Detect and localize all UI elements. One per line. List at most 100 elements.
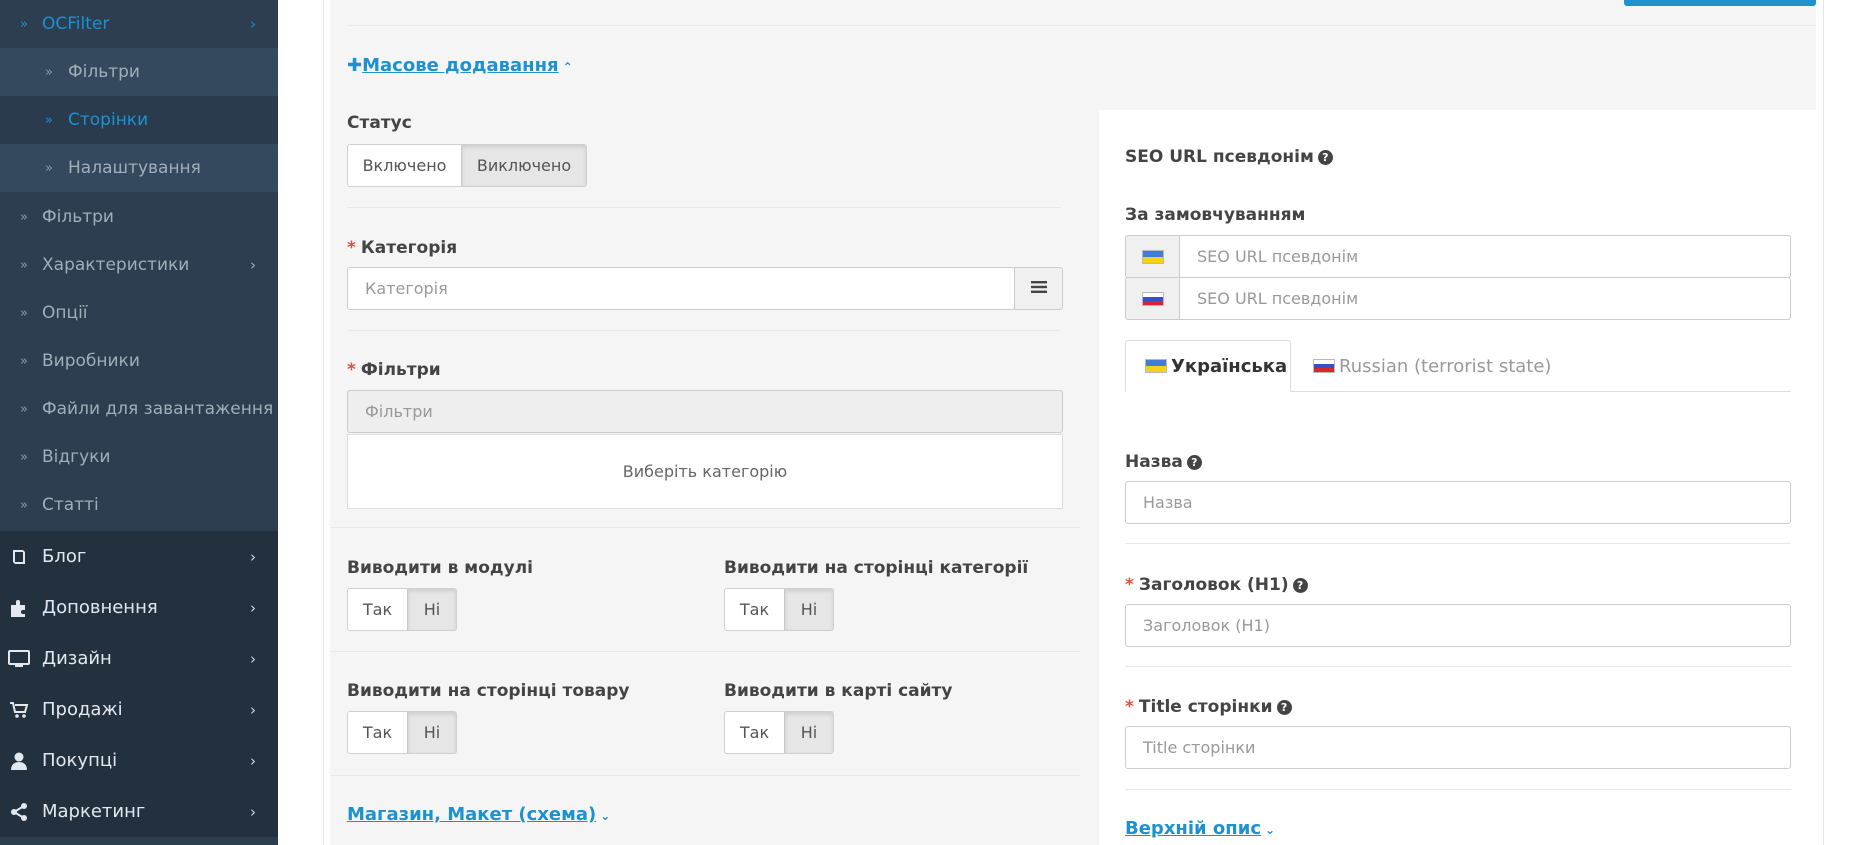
product-page-no-button[interactable]: Ні — [407, 712, 456, 753]
divider — [347, 25, 1816, 26]
sidebar-item-label: Опції — [42, 303, 88, 323]
sidebar-item-label: Продажі — [42, 699, 123, 720]
h1-label: * Заголовок (H1)? — [1125, 575, 1308, 595]
filters-label: * Фільтри — [347, 360, 441, 380]
module-toggle: Так Ні — [347, 588, 457, 631]
russia-flag-icon — [1313, 359, 1335, 373]
double-chevron-right-icon: » — [20, 16, 28, 32]
ukraine-flag-icon — [1145, 359, 1167, 373]
share-icon — [8, 801, 30, 823]
shopping-cart-icon — [8, 699, 30, 721]
sidebar-item-label: Блог — [42, 546, 87, 567]
sidebar-item-label: Сторінки — [68, 110, 149, 130]
sidebar-item-customers[interactable]: Покупці › — [0, 735, 278, 786]
sidebar-item-sales[interactable]: Продажі › — [0, 684, 278, 735]
seo-url-ru-input[interactable]: SEO URL псевдонім — [1179, 277, 1791, 320]
sidebar-item-blog[interactable]: Блог › — [0, 531, 278, 582]
page-title-input[interactable]: Title сторінки — [1125, 726, 1791, 769]
double-chevron-right-icon: » — [20, 401, 28, 417]
sidebar-subitem-filters[interactable]: » Фільтри — [0, 48, 278, 96]
sidebar-item-marketing[interactable]: Маркетинг › — [0, 786, 278, 837]
chevron-right-icon: › — [250, 256, 256, 274]
sidebar-item-label: Фільтри — [68, 62, 140, 82]
question-circle-icon: ? — [1186, 455, 1202, 470]
status-label: Статус — [347, 113, 412, 133]
sidebar-item-label: Покупці — [42, 750, 118, 771]
ukraine-flag-icon — [1141, 249, 1164, 264]
double-chevron-right-icon: » — [45, 112, 53, 128]
name-input[interactable]: Назва — [1125, 481, 1791, 524]
bulk-add-link[interactable]: ✚Масове додавання ⌃ — [347, 55, 573, 76]
double-chevron-right-icon: » — [20, 497, 28, 513]
double-chevron-right-icon: » — [20, 257, 28, 273]
sidebar-item-label: Дизайн — [42, 648, 112, 669]
sidebar-item-options[interactable]: » Опції — [0, 289, 278, 337]
sidebar-item-label: OCFilter — [42, 14, 110, 34]
status-on-button[interactable]: Включено — [348, 145, 461, 186]
sidebar-item-label: Маркетинг — [42, 801, 146, 822]
sidebar-item-ocfilter[interactable]: » OCFilter › — [0, 0, 278, 48]
filters-empty-box: Виберіть категорію — [347, 434, 1063, 509]
module-no-button[interactable]: Ні — [407, 589, 456, 630]
sidebar-item-label: Відгуки — [42, 447, 111, 467]
sidebar-item-design[interactable]: Дизайн › — [0, 633, 278, 684]
sidebar-subitem-pages[interactable]: » Сторінки — [0, 96, 278, 144]
sidebar-subitem-settings[interactable]: » Налаштування — [0, 144, 278, 192]
sitemap-yes-button[interactable]: Так — [725, 712, 784, 753]
module-yes-button[interactable]: Так — [348, 589, 407, 630]
seo-title: SEO URL псевдонім? — [1125, 147, 1333, 167]
sitemap-no-button[interactable]: Ні — [784, 712, 833, 753]
sidebar-item-downloads[interactable]: » Файли для завантаження — [0, 385, 278, 433]
h1-input[interactable]: Заголовок (H1) — [1125, 604, 1791, 647]
store-layout-link[interactable]: Магазин, Макет (схема) ⌄ — [347, 804, 610, 825]
sidebar-item-articles[interactable]: » Статті — [0, 481, 278, 529]
list-icon — [1030, 279, 1047, 298]
divider — [1125, 789, 1791, 790]
sidebar: » OCFilter › » Фільтри » Сторінки » Нала… — [0, 0, 278, 845]
seo-url-ua-input[interactable]: SEO URL псевдонім — [1179, 235, 1791, 278]
book-icon — [8, 546, 30, 568]
divider — [330, 527, 1080, 528]
category-input[interactable]: Категорія — [347, 267, 1015, 310]
double-chevron-right-icon: » — [20, 353, 28, 369]
category-page-yes-button[interactable]: Так — [725, 589, 784, 630]
double-chevron-right-icon: » — [45, 64, 53, 80]
sidebar-item-manufacturers[interactable]: » Виробники — [0, 337, 278, 385]
status-toggle: Включено Виключено — [347, 144, 587, 187]
monitor-icon — [8, 648, 30, 670]
double-chevron-right-icon: » — [20, 305, 28, 321]
russia-flag-icon — [1141, 291, 1164, 306]
save-button[interactable] — [1624, 0, 1816, 6]
product-page-toggle: Так Ні — [347, 711, 457, 754]
status-off-button[interactable]: Виключено — [461, 145, 586, 186]
flag-ru-addon — [1125, 277, 1180, 320]
double-chevron-right-icon: » — [20, 209, 28, 225]
category-page-no-button[interactable]: Ні — [784, 589, 833, 630]
divider — [347, 207, 1061, 208]
category-page-toggle: Так Ні — [724, 588, 834, 631]
sidebar-item-reviews[interactable]: » Відгуки — [0, 433, 278, 481]
divider — [330, 651, 1080, 652]
sidebar-item-attributes[interactable]: » Характеристики › — [0, 241, 278, 289]
chevron-right-icon: › — [250, 700, 256, 719]
plus-icon: ✚ — [347, 55, 363, 76]
user-icon — [8, 750, 30, 772]
sitemap-label: Виводити в карті сайту — [724, 681, 953, 701]
product-page-yes-button[interactable]: Так — [348, 712, 407, 753]
sidebar-item-extensions[interactable]: Доповнення › — [0, 582, 278, 633]
puzzle-icon — [8, 597, 30, 619]
tab-ukrainian[interactable]: Українська — [1125, 340, 1291, 392]
page-title-label: * Title сторінки? — [1125, 697, 1292, 717]
chevron-right-icon: › — [250, 15, 256, 33]
chevron-right-icon: › — [250, 598, 256, 617]
tab-russian[interactable]: Russian (terrorist state) — [1313, 340, 1551, 392]
category-list-button[interactable] — [1014, 267, 1063, 310]
sidebar-item-filters[interactable]: » Фільтри — [0, 193, 278, 241]
top-description-link[interactable]: Верхній опис ⌄ — [1125, 818, 1275, 839]
name-label: Назва? — [1125, 452, 1202, 472]
divider — [1125, 666, 1791, 667]
sidebar-item-label: Файли для завантаження — [42, 399, 274, 419]
chevron-right-icon: › — [250, 649, 256, 668]
question-circle-icon: ? — [1317, 150, 1333, 165]
filters-input: Фільтри — [347, 390, 1063, 433]
